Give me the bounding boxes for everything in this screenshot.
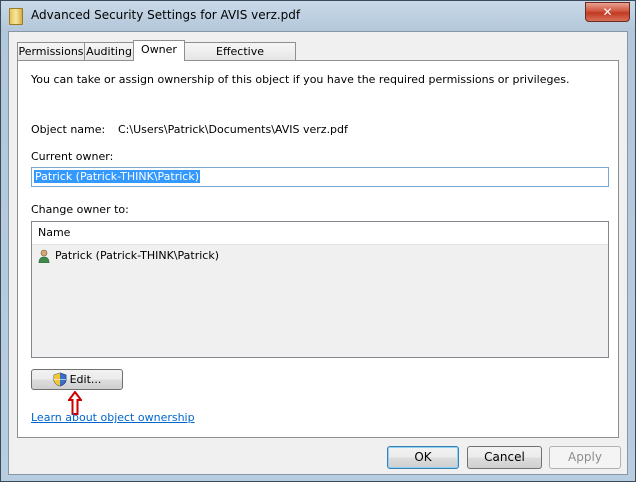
current-owner-label: Current owner: bbox=[31, 150, 114, 163]
ownership-info-text: You can take or assign ownership of this… bbox=[31, 73, 570, 86]
close-button[interactable]: ✕ bbox=[585, 2, 630, 22]
close-icon: ✕ bbox=[602, 5, 613, 19]
dialog-footer: OK Cancel Apply bbox=[9, 438, 627, 474]
edit-button-label: Edit... bbox=[69, 373, 102, 386]
object-name-label: Object name: bbox=[31, 123, 106, 136]
cancel-button[interactable]: Cancel bbox=[467, 446, 542, 469]
tab-owner[interactable]: Owner bbox=[133, 40, 185, 61]
tab-auditing[interactable]: Auditing bbox=[84, 42, 134, 60]
advanced-security-settings-window: Advanced Security Settings for AVIS verz… bbox=[0, 0, 636, 482]
dialog-client-area: Permissions Auditing Owner Effective Per… bbox=[8, 31, 628, 475]
learn-about-ownership-link[interactable]: Learn about object ownership bbox=[31, 411, 195, 424]
owner-tab-panel: You can take or assign ownership of this… bbox=[17, 60, 619, 438]
tab-effective-permissions[interactable]: Effective Permissions bbox=[184, 42, 296, 76]
edit-button[interactable]: Edit... bbox=[31, 369, 123, 390]
object-name-value: C:\Users\Patrick\Documents\AVIS verz.pdf bbox=[118, 123, 348, 136]
apply-button[interactable]: Apply bbox=[549, 446, 621, 469]
list-item-label: Patrick (Patrick-THINK\Patrick) bbox=[55, 249, 219, 262]
tab-permissions[interactable]: Permissions bbox=[17, 42, 85, 60]
change-owner-label: Change owner to: bbox=[31, 203, 129, 216]
user-icon bbox=[38, 249, 50, 263]
current-owner-value: Patrick (Patrick-THINK\Patrick) bbox=[34, 170, 200, 183]
title-bar[interactable]: Advanced Security Settings for AVIS verz… bbox=[1, 1, 635, 31]
window-title: Advanced Security Settings for AVIS verz… bbox=[31, 8, 301, 22]
ok-button[interactable]: OK bbox=[387, 446, 459, 469]
list-item[interactable]: Patrick (Patrick-THINK\Patrick) bbox=[32, 245, 608, 267]
current-owner-field[interactable]: Patrick (Patrick-THINK\Patrick) bbox=[31, 167, 609, 187]
change-owner-list[interactable]: Name Patrick (Patrick-THINK\Patrick) bbox=[31, 221, 609, 358]
list-column-header-name[interactable]: Name bbox=[32, 222, 608, 245]
folder-icon bbox=[9, 8, 23, 25]
uac-shield-icon bbox=[53, 372, 66, 387]
